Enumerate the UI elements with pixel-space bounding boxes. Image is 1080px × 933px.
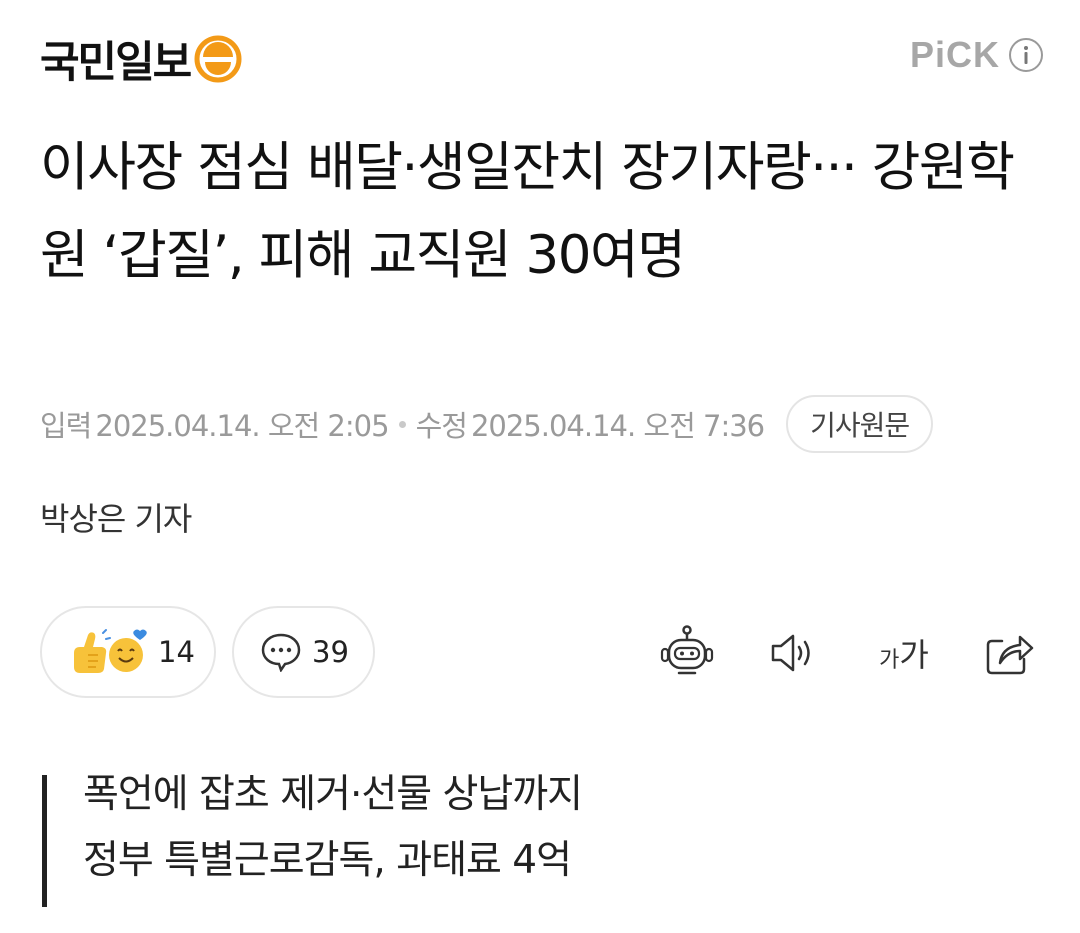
meta-separator bbox=[398, 420, 406, 428]
press-logo[interactable]: 국민일보 bbox=[40, 30, 242, 88]
press-logo-text: 국민일보 bbox=[40, 38, 192, 88]
article-meta: 입력 2025.04.14. 오전 2:05 수정 2025.04.14. 오전… bbox=[40, 394, 934, 454]
summary-line: 정부 특별근로감독, 과태료 4억 bbox=[83, 838, 572, 883]
text-to-speech-button[interactable] bbox=[758, 618, 828, 688]
input-label: 입력 bbox=[40, 409, 92, 443]
summary-line: 폭언에 잡초 제거·선물 상납까지 bbox=[83, 772, 583, 817]
font-size-button[interactable]: 가 가 bbox=[864, 618, 944, 688]
pick-label: PiCK bbox=[909, 34, 1000, 75]
robot-summary-icon bbox=[660, 625, 714, 675]
article-summary: 폭언에 잡초 제거·선물 상납까지 정부 특별근로감독, 과태료 4억 bbox=[42, 772, 583, 907]
pick-badge[interactable]: PiCK bbox=[910, 34, 1044, 76]
input-time: 2025.04.14. 오전 2:05 bbox=[95, 409, 389, 443]
header: 국민일보 PiCK bbox=[0, 0, 1080, 115]
original-article-button[interactable]: 기사원문 bbox=[786, 395, 934, 453]
press-logo-mark-icon bbox=[194, 35, 242, 83]
modified-label: 수정 bbox=[415, 409, 468, 443]
font-size-large-glyph: 가 bbox=[899, 636, 929, 674]
reporter-name[interactable]: 박상은 기자 bbox=[40, 494, 192, 540]
comment-button[interactable]: 39 bbox=[232, 606, 375, 698]
font-size-small-glyph: 가 bbox=[879, 648, 900, 673]
reaction-button[interactable]: 14 bbox=[40, 606, 216, 698]
thumbs-up-smile-icon bbox=[74, 629, 147, 673]
modified-time: 2025.04.14. 오전 7:36 bbox=[470, 409, 765, 443]
ai-summary-button[interactable] bbox=[652, 618, 722, 688]
share-button[interactable] bbox=[974, 618, 1044, 688]
reaction-count: 14 bbox=[158, 635, 195, 669]
comment-bubble-icon bbox=[261, 633, 301, 672]
comment-count: 39 bbox=[312, 635, 349, 669]
share-icon bbox=[986, 635, 1034, 675]
article-title: 이사장 점심 배달·생일잔치 장기자랑··· 강원학원 ‘갑질’, 피해 교직원… bbox=[40, 137, 1015, 286]
info-icon[interactable] bbox=[1008, 37, 1044, 73]
speaker-icon bbox=[771, 634, 810, 672]
